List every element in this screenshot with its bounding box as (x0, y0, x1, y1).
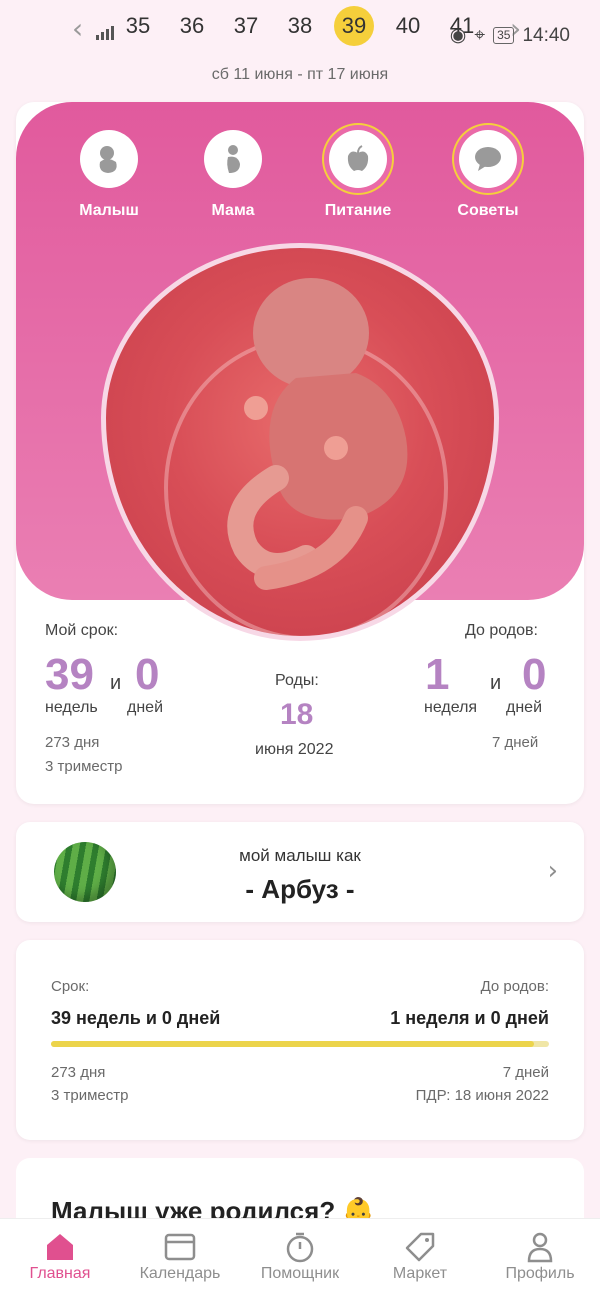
category-food-label: Питание (324, 202, 392, 219)
battery-icon: 35 (493, 27, 515, 44)
nav-helper[interactable]: Помощник (240, 1229, 360, 1283)
summary-trimester: 3 триместр (51, 1087, 129, 1104)
date-range: сб 11 июня - пт 17 июня (211, 66, 389, 83)
until-days-unit: дней (506, 699, 543, 716)
time: 14:40 (522, 24, 570, 46)
fruit-caption: мой малыш как (239, 846, 361, 865)
fruit-size-card[interactable]: мой малыш как - Арбуз - › (16, 822, 584, 922)
weeks-unit: недель (45, 699, 98, 716)
weeks-and: и (110, 672, 122, 694)
summary-until-value: 1 неделя и 0 дней (390, 1008, 549, 1028)
fruit-name: - Арбуз - (245, 874, 355, 904)
summary-term-label: Срок: (51, 978, 90, 995)
summary-term-value: 39 недель и 0 дней (51, 1008, 221, 1028)
nav-home[interactable]: Главная (0, 1229, 120, 1283)
week-36[interactable]: 36 (172, 8, 212, 44)
until-days: 0 (522, 650, 547, 699)
status-icons: ◉ ⌖ 35 14:40 (450, 24, 570, 47)
summary-until-label: До родов: (480, 978, 549, 995)
bottom-nav: Главная Календарь Помощник Маркет Профил… (0, 1218, 600, 1298)
week-39-active[interactable]: 39 (334, 6, 374, 46)
until-weeks: 1 (425, 650, 450, 699)
nav-helper-label: Помощник (260, 1265, 340, 1282)
prev-week-icon[interactable]: ‹ (72, 12, 83, 45)
calendar-icon (120, 1229, 240, 1265)
summary-pdr: ПДР: 18 июня 2022 (415, 1087, 549, 1104)
home-icon (0, 1229, 120, 1265)
apple-icon (329, 130, 387, 188)
week-38[interactable]: 38 (280, 8, 320, 44)
category-tips-label: Советы (457, 202, 519, 219)
nav-calendar[interactable]: Календарь (120, 1229, 240, 1283)
summary-days-left: 7 дней (502, 1064, 549, 1081)
category-baby[interactable]: Малыш (54, 130, 164, 220)
birth-day: 18 (280, 698, 314, 731)
trimester: 3 триместр (45, 758, 123, 775)
location-icon: ⌖ (474, 24, 486, 46)
nav-market-label: Маркет (392, 1265, 448, 1282)
nav-profile[interactable]: Профиль (480, 1229, 600, 1283)
total-days: 273 дня (45, 734, 100, 751)
my-term-label: Мой срок: (45, 622, 119, 639)
tag-icon (360, 1229, 480, 1265)
until-and: и (490, 672, 502, 694)
top-bar: ‹ 35 36 37 38 39 40 41 › ◉ ⌖ 35 14:40 (0, 0, 600, 60)
nav-market[interactable]: Маркет (360, 1229, 480, 1283)
baby-icon (80, 130, 138, 188)
days-unit: дней (127, 699, 164, 716)
until-weeks-unit: неделя (424, 699, 478, 716)
week-40[interactable]: 40 (388, 8, 428, 44)
nav-calendar-label: Календарь (139, 1265, 221, 1282)
eye-icon: ◉ (449, 25, 467, 46)
chat-icon (459, 130, 517, 188)
category-mom[interactable]: Мама (178, 130, 288, 220)
summary-card: Срок: 39 недель и 0 дней До родов: 1 нед… (16, 940, 584, 1140)
week-37[interactable]: 37 (226, 8, 266, 44)
birth-label: Роды: (275, 672, 319, 689)
chevron-right-icon: › (547, 856, 558, 886)
progress-fill (51, 1041, 535, 1047)
days-value: 0 (135, 650, 160, 699)
until-total: 7 дней (492, 734, 539, 751)
nav-profile-label: Профиль (505, 1265, 575, 1282)
category-mom-label: Мама (211, 202, 255, 219)
category-food[interactable]: Питание (303, 130, 413, 220)
nav-home-label: Главная (29, 1265, 91, 1282)
birth-month: июня 2022 (255, 741, 334, 758)
profile-icon (480, 1229, 600, 1265)
week-35[interactable]: 35 (118, 8, 158, 44)
summary-days: 273 дня (51, 1064, 106, 1081)
weeks-value: 39 (45, 650, 94, 699)
progress-bar (51, 1041, 549, 1047)
timer-icon (240, 1229, 360, 1265)
until-label: До родов: (465, 622, 538, 639)
mom-icon (204, 130, 262, 188)
category-tips[interactable]: Советы (433, 130, 543, 220)
category-baby-label: Малыш (79, 202, 139, 219)
